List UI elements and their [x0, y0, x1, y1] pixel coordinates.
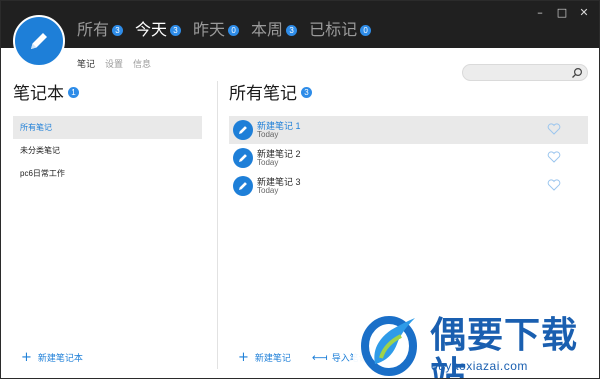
- count-badge: 3: [301, 87, 312, 98]
- count-badge: 1: [68, 87, 79, 98]
- pencil-icon: [239, 126, 247, 134]
- tab-settings[interactable]: 设置: [105, 57, 123, 70]
- count-badge: 0: [360, 25, 372, 36]
- notebooks-title: 笔记本: [13, 84, 64, 103]
- tab-today[interactable]: 今天 3: [135, 21, 182, 41]
- app-window: – □ ✕ 所有 3 今天 3 昨天 0 本周 3 已标记 0 笔记 设置 信息…: [0, 0, 600, 379]
- count-badge: 0: [228, 25, 240, 36]
- search-box: [462, 64, 588, 81]
- watermark-url: ouyaoxiazai.com: [431, 359, 528, 373]
- pencil-icon: [239, 154, 247, 162]
- tab-this-week[interactable]: 本周 3: [251, 21, 298, 41]
- new-note-label: 新建笔记: [254, 353, 291, 363]
- notebook-item-all[interactable]: 所有笔记: [13, 116, 202, 139]
- notebook-item-uncategorized[interactable]: 未分类笔记: [13, 139, 202, 162]
- count-badge: 3: [112, 25, 124, 36]
- note-date: Today: [257, 186, 279, 195]
- tab-label: 今天: [135, 22, 168, 39]
- notes-title: 所有笔记: [229, 84, 297, 103]
- notebook-item-pc6[interactable]: pc6日常工作: [13, 162, 202, 185]
- filter-tabs: 所有 3 今天 3 昨天 0 本周 3 已标记 0: [77, 21, 372, 41]
- section-tabs: 笔记 设置 信息: [77, 57, 151, 70]
- count-badge: 3: [170, 25, 182, 36]
- panel-divider: [217, 81, 218, 369]
- notes-heading: 所有笔记 3: [229, 83, 312, 105]
- tab-flagged[interactable]: 已标记 0: [309, 21, 372, 41]
- tab-label: 昨天: [193, 22, 226, 39]
- note-item[interactable]: 新建笔记 1 Today: [229, 116, 588, 144]
- count-badge: 3: [286, 25, 298, 36]
- note-date: Today: [257, 130, 279, 139]
- note-date: Today: [257, 158, 279, 167]
- tab-label: 所有: [77, 22, 110, 39]
- pencil-icon: [31, 33, 47, 49]
- heart-icon[interactable]: [547, 123, 561, 135]
- new-note-button[interactable]: + 新建笔记: [238, 351, 291, 364]
- new-notebook-button[interactable]: + 新建笔记本: [21, 351, 83, 364]
- close-button[interactable]: ✕: [573, 5, 595, 21]
- new-notebook-label: 新建笔记本: [37, 353, 83, 363]
- tab-label: 本周: [251, 22, 284, 39]
- watermark: 偶要下载站 ouyaoxiazai.com: [353, 304, 599, 378]
- search-input[interactable]: [471, 67, 571, 79]
- tab-label: 已标记: [309, 22, 358, 39]
- note-item[interactable]: 新建笔记 3 Today: [229, 172, 588, 200]
- heart-icon[interactable]: [547, 179, 561, 191]
- import-arrow-icon: ⟻: [312, 351, 328, 364]
- tab-yesterday[interactable]: 昨天 0: [193, 21, 240, 41]
- app-logo: [13, 15, 65, 67]
- note-icon: [233, 148, 253, 168]
- plus-icon: +: [21, 349, 32, 365]
- tab-notes[interactable]: 笔记: [77, 57, 95, 70]
- minimize-button[interactable]: –: [529, 5, 551, 21]
- plus-icon: +: [238, 349, 249, 365]
- tab-all[interactable]: 所有 3: [77, 21, 124, 41]
- note-icon: [233, 176, 253, 196]
- tab-info[interactable]: 信息: [133, 57, 151, 70]
- window-controls: – □ ✕: [529, 5, 595, 21]
- pencil-icon: [239, 182, 247, 190]
- search-icon[interactable]: [571, 67, 583, 79]
- header-bar: – □ ✕ 所有 3 今天 3 昨天 0 本周 3 已标记 0: [1, 1, 599, 48]
- notes-list: 新建笔记 1 Today 新建笔记 2 Today 新建笔记 3 Today: [229, 116, 588, 200]
- notebook-list: 所有笔记 未分类笔记 pc6日常工作: [13, 116, 202, 185]
- heart-icon[interactable]: [547, 151, 561, 163]
- watermark-logo: [361, 316, 417, 376]
- maximize-button[interactable]: □: [551, 5, 573, 21]
- note-icon: [233, 120, 253, 140]
- note-item[interactable]: 新建笔记 2 Today: [229, 144, 588, 172]
- notebooks-heading: 笔记本 1: [13, 83, 79, 105]
